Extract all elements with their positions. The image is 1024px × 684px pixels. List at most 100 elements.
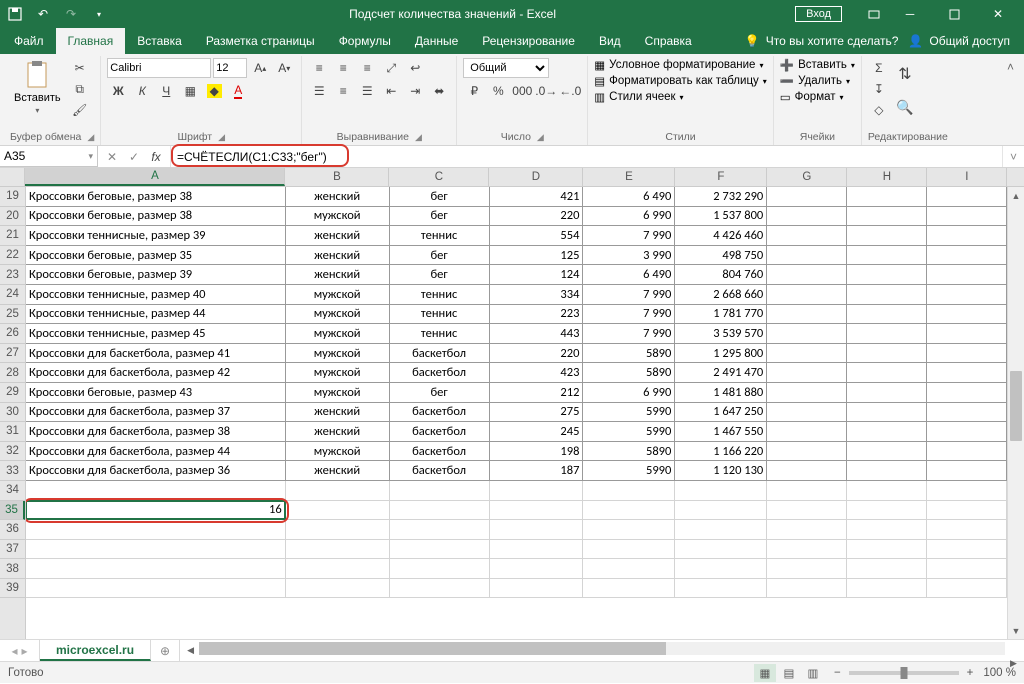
cell[interactable] — [927, 246, 1007, 266]
cell[interactable] — [767, 540, 847, 560]
row-header-25[interactable]: 25 — [0, 305, 25, 325]
font-name-select[interactable] — [107, 58, 211, 78]
row-header-36[interactable]: 36 — [0, 520, 25, 540]
cell[interactable]: мужской — [286, 285, 390, 305]
cell[interactable] — [767, 324, 847, 344]
cell[interactable] — [767, 422, 847, 442]
cell[interactable] — [767, 579, 847, 599]
cell[interactable]: 1 537 800 — [675, 207, 767, 227]
fill-icon[interactable]: ↧ — [868, 79, 890, 99]
cell[interactable]: баскетбол — [390, 422, 490, 442]
cell[interactable]: 5890 — [583, 442, 675, 462]
sheet-tab-active[interactable]: microexcel.ru — [40, 640, 151, 661]
cell[interactable] — [583, 520, 675, 540]
cell[interactable]: 5890 — [583, 344, 675, 364]
cell[interactable]: 125 — [490, 246, 584, 266]
undo-icon[interactable]: ↶ — [32, 3, 54, 25]
cell[interactable]: Кроссовки для баскетбола, размер 37 — [26, 403, 286, 423]
cell[interactable]: 5990 — [583, 422, 675, 442]
increase-indent-icon[interactable]: ⇥ — [404, 81, 426, 101]
tab-formulas[interactable]: Формулы — [327, 28, 403, 54]
cell[interactable]: 245 — [490, 422, 584, 442]
cell[interactable] — [767, 285, 847, 305]
wrap-text-icon[interactable]: ↩ — [404, 58, 426, 78]
increase-font-icon[interactable]: A▴ — [249, 58, 271, 78]
zoom-out-icon[interactable]: − — [834, 667, 841, 679]
cell[interactable]: теннис — [390, 305, 490, 325]
orientation-icon[interactable]: ⤢ — [380, 58, 402, 78]
cell[interactable]: Кроссовки теннисные, размер 40 — [26, 285, 286, 305]
row-header-30[interactable]: 30 — [0, 403, 25, 423]
cell[interactable]: 1 481 880 — [675, 383, 767, 403]
cell[interactable]: 7 990 — [583, 305, 675, 325]
cell[interactable] — [847, 461, 927, 481]
cell[interactable]: 3 539 570 — [675, 324, 767, 344]
col-header-H[interactable]: H — [847, 168, 927, 186]
cell[interactable] — [847, 422, 927, 442]
cell[interactable] — [847, 344, 927, 364]
page-layout-icon[interactable]: ▤ — [778, 664, 800, 682]
font-size-select[interactable] — [213, 58, 247, 78]
col-header-I[interactable]: I — [927, 168, 1007, 186]
cell[interactable] — [767, 207, 847, 227]
cell[interactable]: женский — [286, 226, 390, 246]
name-box[interactable]: A35▾ — [0, 146, 98, 167]
cell[interactable]: женский — [286, 265, 390, 285]
cell[interactable] — [767, 501, 847, 521]
cell[interactable] — [286, 481, 390, 501]
cell[interactable] — [927, 344, 1007, 364]
decrease-font-icon[interactable]: A▾ — [273, 58, 295, 78]
format-cells-button[interactable]: ▭Формат▾ — [780, 90, 844, 104]
cell[interactable] — [675, 501, 767, 521]
cell[interactable] — [927, 481, 1007, 501]
cell[interactable]: 5990 — [583, 461, 675, 481]
cell[interactable]: Кроссовки беговые, размер 38 — [26, 207, 286, 227]
row-header-23[interactable]: 23 — [0, 265, 25, 285]
col-header-B[interactable]: B — [285, 168, 389, 186]
cell-styles-button[interactable]: ▥Стили ячеек▾ — [594, 90, 683, 104]
vertical-scrollbar[interactable]: ▲ ▼ — [1007, 187, 1024, 639]
cell[interactable]: баскетбол — [390, 461, 490, 481]
cell[interactable] — [927, 461, 1007, 481]
paste-button[interactable]: Вставить ▾ — [10, 58, 65, 117]
dialog-launcher-icon[interactable]: ◢ — [415, 132, 422, 143]
cell[interactable] — [847, 403, 927, 423]
col-header-E[interactable]: E — [583, 168, 675, 186]
cell[interactable]: Кроссовки беговые, размер 35 — [26, 246, 286, 266]
next-sheet-icon[interactable]: ▸ — [22, 644, 28, 658]
cell[interactable] — [927, 226, 1007, 246]
row-header-39[interactable]: 39 — [0, 579, 25, 599]
normal-view-icon[interactable]: ▦ — [754, 664, 776, 682]
cell[interactable] — [490, 501, 584, 521]
cell[interactable] — [26, 540, 286, 560]
cell[interactable] — [767, 403, 847, 423]
login-button[interactable]: Вход — [795, 6, 842, 22]
cell[interactable] — [847, 285, 927, 305]
row-header-20[interactable]: 20 — [0, 207, 25, 227]
conditional-formatting-button[interactable]: ▦Условное форматирование▾ — [594, 58, 763, 72]
clear-icon[interactable]: ◇ — [868, 100, 890, 120]
dialog-launcher-icon[interactable]: ◢ — [87, 132, 94, 143]
cell[interactable]: мужской — [286, 344, 390, 364]
cell[interactable]: баскетбол — [390, 344, 490, 364]
cell[interactable]: Кроссовки для баскетбола, размер 36 — [26, 461, 286, 481]
increase-decimal-icon[interactable]: .0→ — [535, 81, 557, 101]
cell[interactable]: 220 — [490, 207, 584, 227]
cell[interactable]: 7 990 — [583, 285, 675, 305]
bold-button[interactable]: Ж — [107, 81, 129, 101]
number-format-select[interactable]: Общий — [463, 58, 549, 78]
cell[interactable]: Кроссовки беговые, размер 39 — [26, 265, 286, 285]
cell[interactable] — [927, 207, 1007, 227]
cell[interactable] — [286, 579, 390, 599]
cell[interactable] — [767, 246, 847, 266]
cell[interactable] — [583, 501, 675, 521]
cell[interactable] — [490, 520, 584, 540]
tab-help[interactable]: Справка — [633, 28, 704, 54]
row-header-22[interactable]: 22 — [0, 246, 25, 266]
cell[interactable]: 16 — [26, 501, 286, 521]
cell[interactable]: бег — [390, 383, 490, 403]
cell[interactable]: женский — [286, 403, 390, 423]
cell[interactable]: 5990 — [583, 403, 675, 423]
cell[interactable] — [927, 363, 1007, 383]
cell[interactable]: 5890 — [583, 363, 675, 383]
